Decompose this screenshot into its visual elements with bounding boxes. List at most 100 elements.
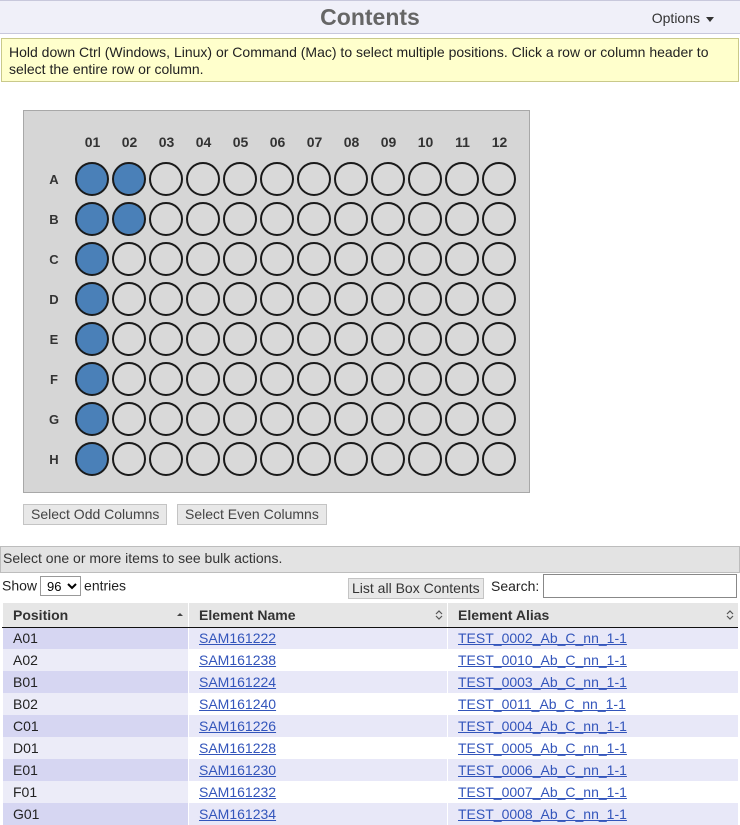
well-B02[interactable] — [112, 202, 146, 236]
well-G02[interactable] — [112, 402, 146, 436]
column-header-09[interactable]: 09 — [370, 134, 407, 150]
column-header-element-alias[interactable]: Element Alias — [447, 603, 738, 628]
well-H09[interactable] — [371, 442, 405, 476]
column-header-06[interactable]: 06 — [259, 134, 296, 150]
well-C02[interactable] — [112, 242, 146, 276]
well-E10[interactable] — [408, 322, 442, 356]
well-F07[interactable] — [297, 362, 331, 396]
well-C04[interactable] — [186, 242, 220, 276]
well-C06[interactable] — [260, 242, 294, 276]
element-name-link[interactable]: SAM161234 — [199, 806, 276, 822]
column-header-02[interactable]: 02 — [111, 134, 148, 150]
well-A07[interactable] — [297, 162, 331, 196]
well-F05[interactable] — [223, 362, 257, 396]
well-E09[interactable] — [371, 322, 405, 356]
well-F04[interactable] — [186, 362, 220, 396]
well-A10[interactable] — [408, 162, 442, 196]
well-E04[interactable] — [186, 322, 220, 356]
well-H08[interactable] — [334, 442, 368, 476]
well-D04[interactable] — [186, 282, 220, 316]
well-D01[interactable] — [75, 282, 109, 316]
row-header-G[interactable]: G — [44, 412, 64, 427]
well-D08[interactable] — [334, 282, 368, 316]
well-E08[interactable] — [334, 322, 368, 356]
well-C03[interactable] — [149, 242, 183, 276]
well-F12[interactable] — [482, 362, 516, 396]
element-name-link[interactable]: SAM161230 — [199, 762, 276, 778]
select-odd-columns-button[interactable]: Select Odd Columns — [23, 504, 168, 525]
well-C12[interactable] — [482, 242, 516, 276]
element-alias-link[interactable]: TEST_0011_Ab_C_nn_1-1 — [458, 696, 626, 712]
well-G12[interactable] — [482, 402, 516, 436]
well-B01[interactable] — [75, 202, 109, 236]
list-all-box-contents-button[interactable]: List all Box Contents — [348, 578, 484, 599]
column-header-04[interactable]: 04 — [185, 134, 222, 150]
well-G10[interactable] — [408, 402, 442, 436]
well-F06[interactable] — [260, 362, 294, 396]
row-header-F[interactable]: F — [44, 372, 64, 387]
well-H02[interactable] — [112, 442, 146, 476]
well-H12[interactable] — [482, 442, 516, 476]
row-header-H[interactable]: H — [44, 452, 64, 467]
row-header-A[interactable]: A — [44, 172, 64, 187]
well-D10[interactable] — [408, 282, 442, 316]
element-alias-link[interactable]: TEST_0005_Ab_C_nn_1-1 — [458, 740, 627, 756]
well-G08[interactable] — [334, 402, 368, 436]
well-E06[interactable] — [260, 322, 294, 356]
well-F03[interactable] — [149, 362, 183, 396]
well-C10[interactable] — [408, 242, 442, 276]
well-A02[interactable] — [112, 162, 146, 196]
well-D05[interactable] — [223, 282, 257, 316]
column-header-05[interactable]: 05 — [222, 134, 259, 150]
options-menu-button[interactable]: Options — [652, 10, 714, 26]
well-H01[interactable] — [75, 442, 109, 476]
element-name-link[interactable]: SAM161238 — [199, 652, 276, 668]
well-H04[interactable] — [186, 442, 220, 476]
well-F09[interactable] — [371, 362, 405, 396]
well-B08[interactable] — [334, 202, 368, 236]
well-D02[interactable] — [112, 282, 146, 316]
row-header-C[interactable]: C — [44, 252, 64, 267]
element-name-link[interactable]: SAM161232 — [199, 784, 276, 800]
well-D07[interactable] — [297, 282, 331, 316]
well-C11[interactable] — [445, 242, 479, 276]
column-header-position[interactable]: Position — [2, 603, 189, 628]
well-A03[interactable] — [149, 162, 183, 196]
element-name-link[interactable]: SAM161224 — [199, 674, 276, 690]
well-B06[interactable] — [260, 202, 294, 236]
well-H05[interactable] — [223, 442, 257, 476]
well-A06[interactable] — [260, 162, 294, 196]
well-B11[interactable] — [445, 202, 479, 236]
row-header-D[interactable]: D — [44, 292, 64, 307]
well-A08[interactable] — [334, 162, 368, 196]
well-F08[interactable] — [334, 362, 368, 396]
well-E07[interactable] — [297, 322, 331, 356]
element-alias-link[interactable]: TEST_0008_Ab_C_nn_1-1 — [458, 806, 627, 822]
well-E03[interactable] — [149, 322, 183, 356]
well-G11[interactable] — [445, 402, 479, 436]
well-A09[interactable] — [371, 162, 405, 196]
column-header-11[interactable]: 11 — [444, 134, 481, 150]
well-C09[interactable] — [371, 242, 405, 276]
well-F02[interactable] — [112, 362, 146, 396]
well-H11[interactable] — [445, 442, 479, 476]
well-E12[interactable] — [482, 322, 516, 356]
well-H10[interactable] — [408, 442, 442, 476]
column-header-08[interactable]: 08 — [333, 134, 370, 150]
element-alias-link[interactable]: TEST_0002_Ab_C_nn_1-1 — [458, 630, 627, 646]
element-alias-link[interactable]: TEST_0007_Ab_C_nn_1-1 — [458, 784, 627, 800]
well-A05[interactable] — [223, 162, 257, 196]
well-F10[interactable] — [408, 362, 442, 396]
well-D11[interactable] — [445, 282, 479, 316]
well-B12[interactable] — [482, 202, 516, 236]
well-H06[interactable] — [260, 442, 294, 476]
well-F01[interactable] — [75, 362, 109, 396]
well-E01[interactable] — [75, 322, 109, 356]
well-G06[interactable] — [260, 402, 294, 436]
well-G09[interactable] — [371, 402, 405, 436]
well-B07[interactable] — [297, 202, 331, 236]
well-E05[interactable] — [223, 322, 257, 356]
well-C07[interactable] — [297, 242, 331, 276]
well-G05[interactable] — [223, 402, 257, 436]
well-B09[interactable] — [371, 202, 405, 236]
